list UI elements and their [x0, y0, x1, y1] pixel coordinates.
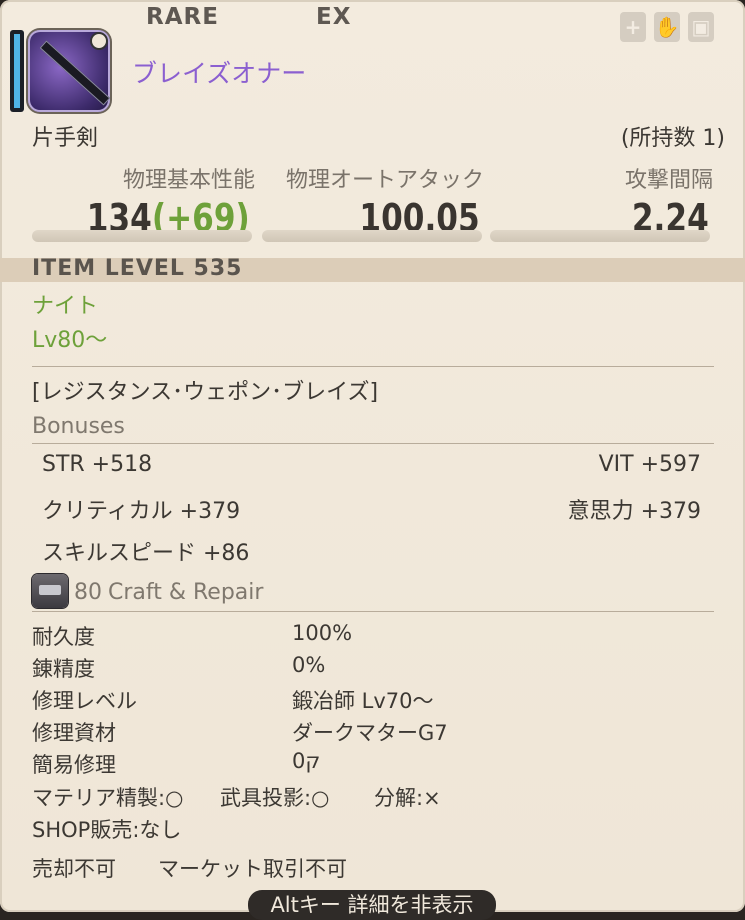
- divider: [32, 366, 714, 367]
- shop-flag: SHOP販売:なし: [32, 818, 182, 842]
- craft-value: 100%: [292, 621, 353, 645]
- craft-value: 0ק: [292, 749, 321, 773]
- craft-value: ダークマターG7: [292, 721, 448, 745]
- craft-label: 修理資材: [32, 721, 116, 745]
- craft-label: 錬精度: [32, 657, 95, 681]
- craft-label: 耐久度: [32, 625, 95, 649]
- sell-flag: 売却不可: [32, 857, 116, 881]
- divider: [32, 611, 714, 612]
- item-level: ITEM LEVEL 535: [32, 256, 243, 281]
- crate-icon: ▣: [688, 12, 714, 42]
- stat-label-auto-attack: 物理オートアタック: [285, 168, 484, 193]
- bonus-left: STR +518: [42, 452, 153, 477]
- craft-label: 修理レベル: [32, 689, 137, 713]
- rarity-label: RARE: [146, 4, 219, 30]
- bonus-right: 意思力 +379: [567, 499, 701, 524]
- quality-bar: [10, 30, 24, 112]
- sword-icon: [28, 30, 110, 112]
- craft-level: 80: [74, 580, 102, 605]
- craft-heading: Craft & Repair: [108, 580, 264, 605]
- stat-label-delay: 攻撃間隔: [624, 168, 713, 193]
- corner-ring-icon: [90, 32, 108, 50]
- market-flag: マーケット取引不可: [158, 857, 347, 881]
- bonus-left: スキルスピード +86: [42, 541, 250, 566]
- bonus-right: VIT +597: [598, 452, 701, 477]
- glamour-flag: 武具投影:○: [220, 786, 330, 810]
- status-icons: + ✋ ▣: [620, 12, 714, 42]
- owned-count: (所持数 1): [620, 126, 725, 151]
- bonus-left: クリティカル +379: [42, 499, 241, 524]
- craft-label: 簡易修理: [32, 753, 116, 777]
- item-type: 片手剣: [32, 126, 99, 151]
- anvil-icon: [32, 574, 68, 608]
- item-icon-frame: [8, 28, 112, 114]
- stat-bar-3: [490, 230, 710, 242]
- materia-flag: マテリア精製:○: [32, 786, 184, 810]
- bonuses-heading: Bonuses: [32, 414, 125, 439]
- stat-bar-1: [32, 230, 252, 242]
- craft-value: 0%: [292, 653, 326, 677]
- level-requirement: Lv80～: [32, 328, 108, 353]
- item-tooltip: RARE EX + ✋ ▣ ブレイズオナー 片手剣 (所持数 1) 物理基本性能…: [0, 0, 745, 920]
- divider: [32, 443, 714, 444]
- job-name: ナイト: [32, 294, 99, 319]
- desynth-flag: 分解:×: [374, 786, 441, 810]
- ex-label: EX: [316, 4, 352, 30]
- stat-label-physical-damage: 物理基本性能: [122, 168, 255, 193]
- stat-bar-2: [262, 230, 482, 242]
- toggle-details-button[interactable]: Altキー 詳細を非表示: [248, 890, 496, 920]
- hand-icon: ✋: [654, 12, 680, 42]
- item-name: ブレイズオナー: [132, 59, 307, 88]
- plus-shield-icon: +: [620, 12, 646, 42]
- set-name: [レジスタンス･ウェポン･ブレイズ]: [32, 380, 379, 405]
- craft-value: 鍛冶師 Lv70～: [292, 689, 434, 713]
